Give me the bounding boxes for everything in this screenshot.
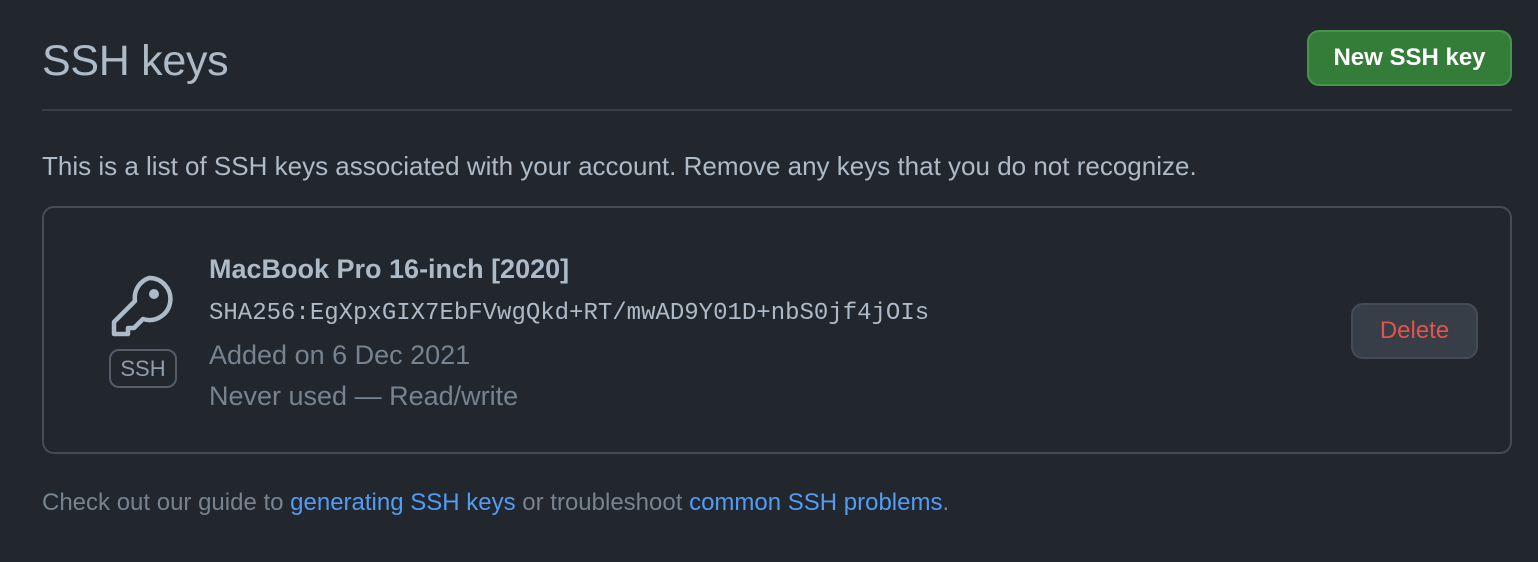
- key-fingerprint: SHA256:EgXpxGIX7EbFVwgQkd+RT/mwAD9Y01D+n…: [209, 300, 930, 327]
- ssh-badge: SSH: [109, 349, 177, 388]
- page-header: SSH keys New SSH key: [42, 0, 1512, 111]
- footer-prefix: Check out our guide to: [42, 489, 291, 516]
- key-icon: [108, 270, 178, 340]
- key-added-date: Added on 6 Dec 2021: [209, 340, 471, 370]
- new-ssh-key-button[interactable]: New SSH key: [1307, 30, 1512, 86]
- footer-middle: or troubleshoot: [515, 489, 690, 516]
- generating-ssh-keys-link[interactable]: generating SSH keys: [290, 489, 515, 516]
- common-ssh-problems-link[interactable]: common SSH problems: [689, 489, 942, 516]
- delete-key-button[interactable]: Delete: [1351, 303, 1478, 359]
- ssh-keys-page: SSH keys New SSH key This is a list of S…: [0, 0, 1538, 562]
- intro-text: This is a list of SSH keys associated wi…: [42, 151, 1197, 181]
- key-title: MacBook Pro 16-inch [2020]: [209, 254, 570, 284]
- key-usage: Never used — Read/write: [209, 381, 519, 411]
- footer-suffix: .: [942, 489, 950, 516]
- page-title: SSH keys: [42, 37, 229, 85]
- ssh-key-item: SSH MacBook Pro 16-inch [2020] SHA256:Eg…: [42, 206, 1512, 454]
- help-footer: Check out our guide to generating SSH ke…: [42, 488, 949, 518]
